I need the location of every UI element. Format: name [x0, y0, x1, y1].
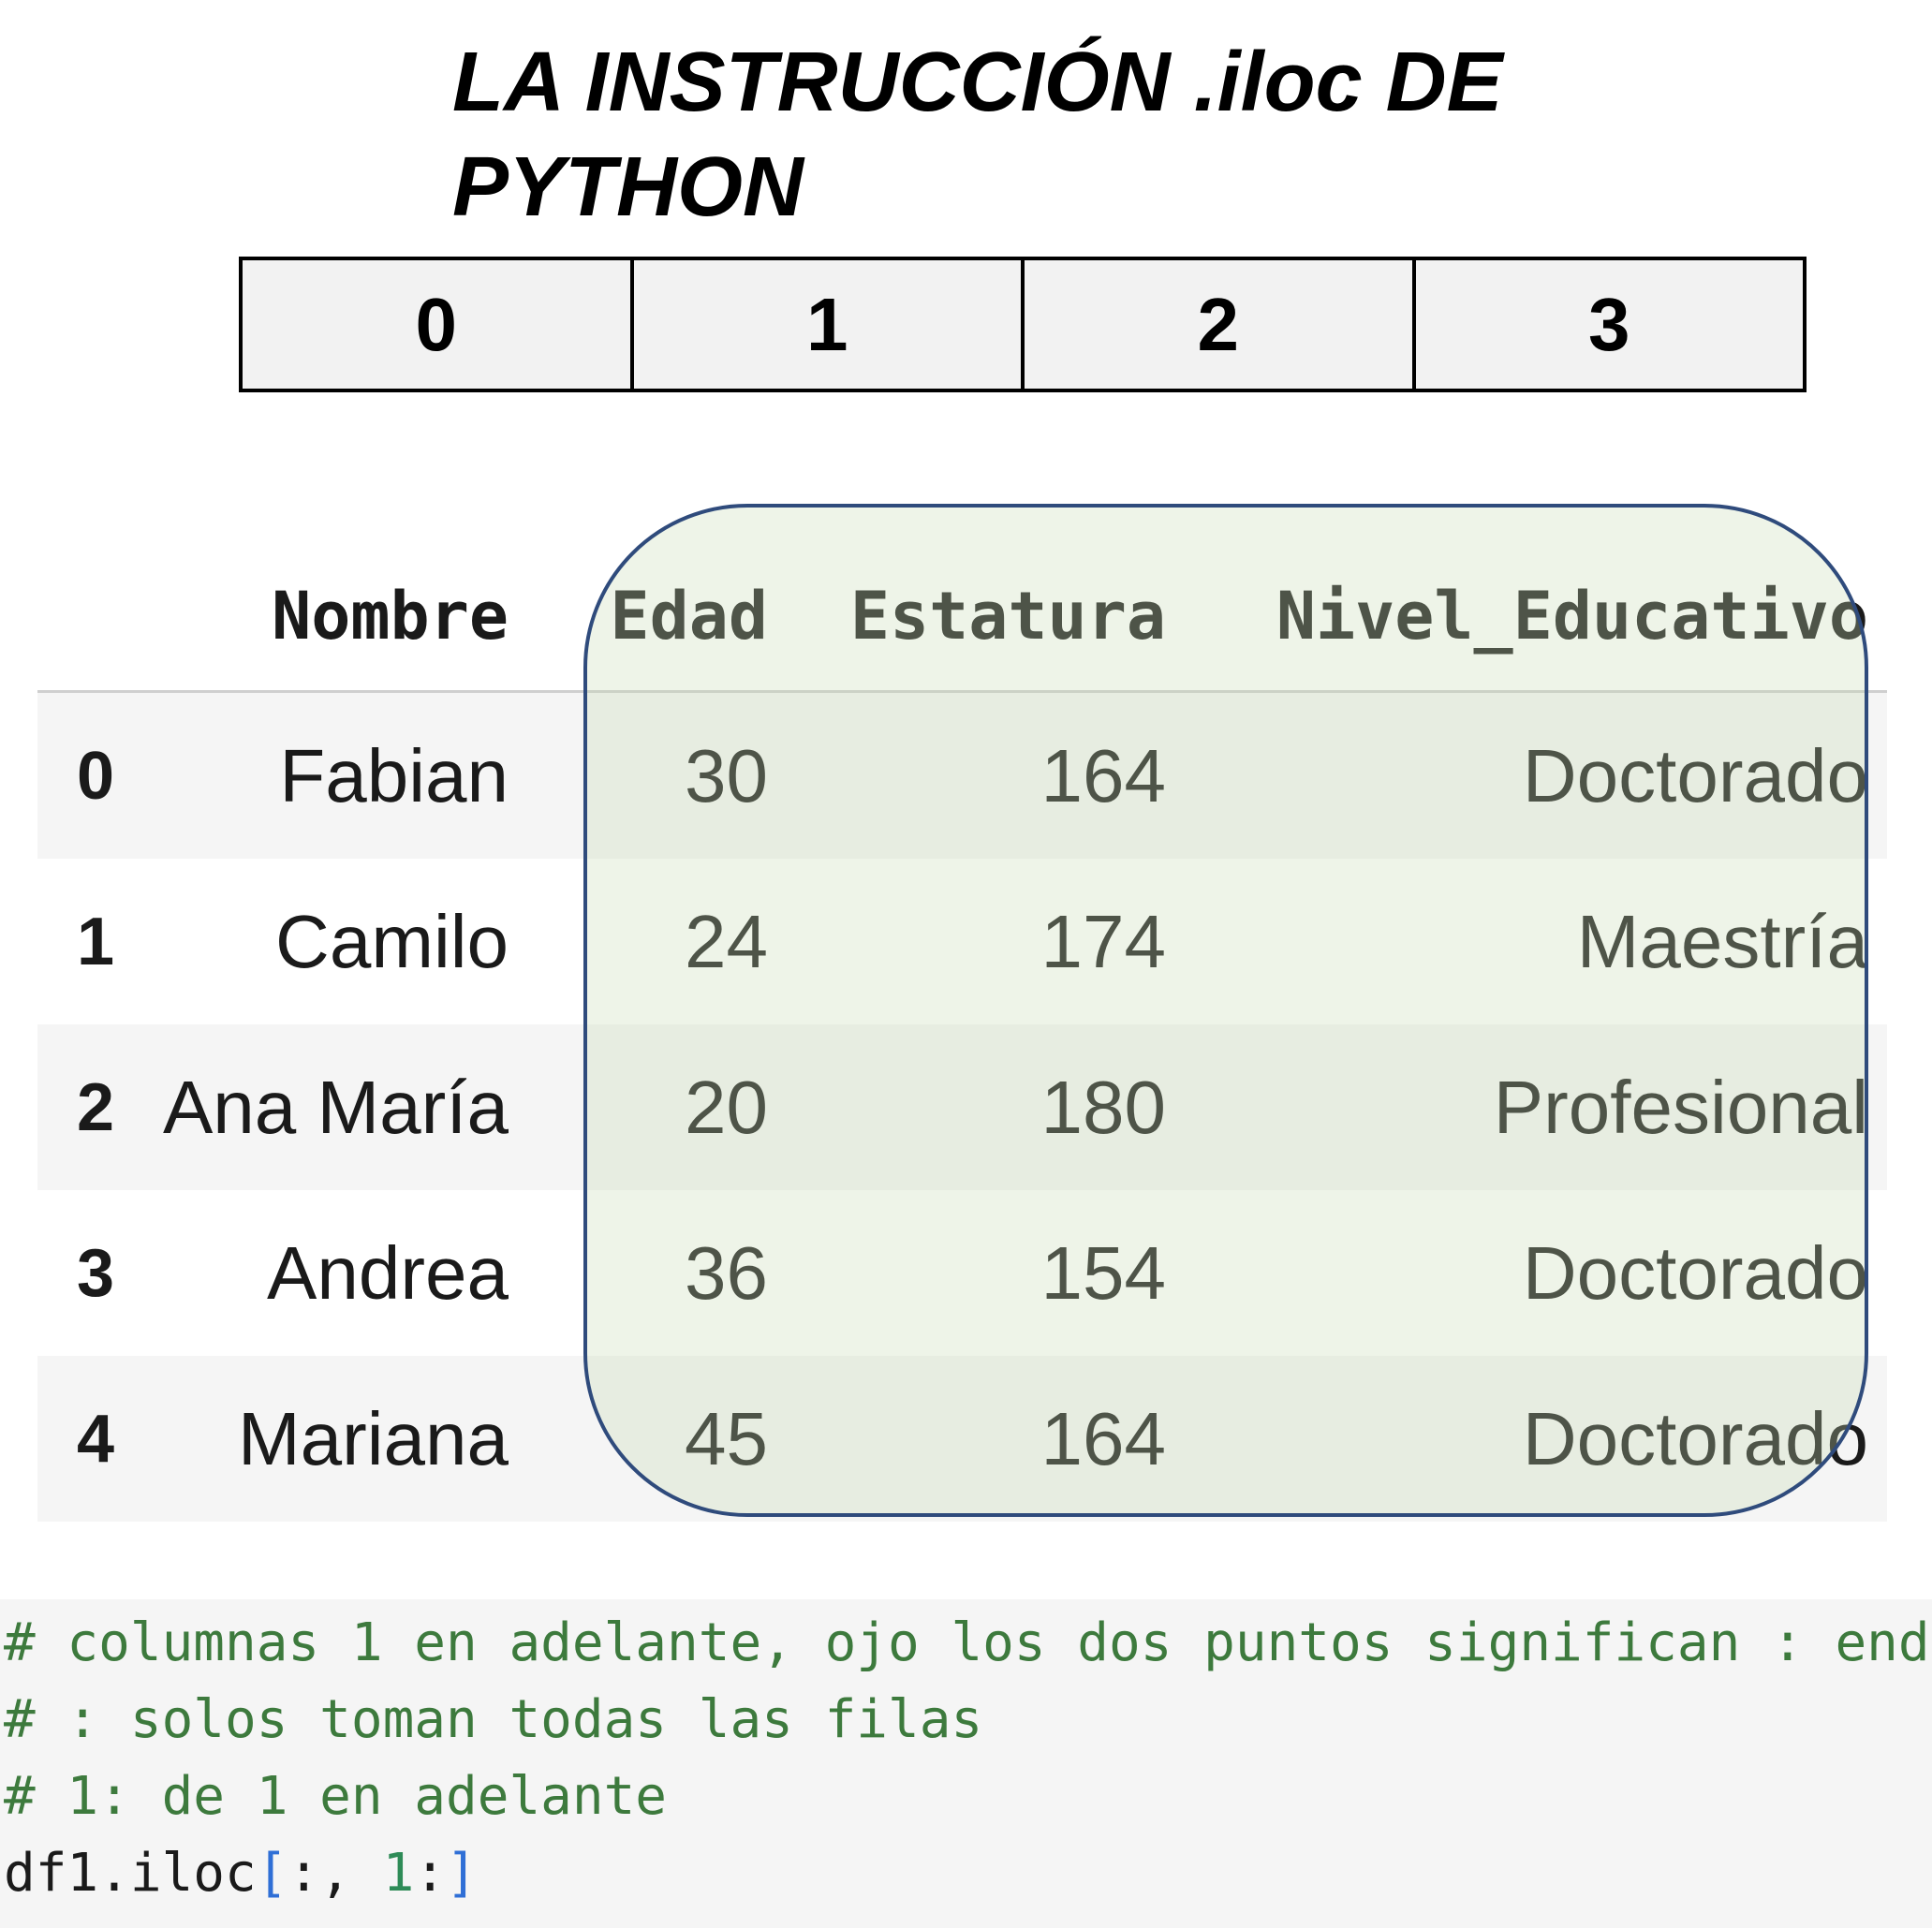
cell-nivel-educativo: Doctorado [1522, 733, 1868, 817]
table-row: 4 Mariana 45 164 Doctorado [37, 1356, 1887, 1522]
code-comment-2: # : solos toman todas las filas [4, 1689, 983, 1750]
position-index-header: 0 1 2 3 [239, 257, 1807, 392]
table-row: 3 Andrea 36 154 Doctorado [37, 1190, 1887, 1356]
cell-nombre: Camilo [275, 899, 509, 983]
code-comment-3: # 1: de 1 en adelante [4, 1766, 668, 1827]
cell-nombre: Ana María [162, 1065, 509, 1149]
code-open-bracket: [ [256, 1843, 288, 1904]
cell-nombre: Mariana [237, 1396, 509, 1480]
cell-estatura: 174 [1040, 899, 1166, 983]
code-statement: df1.iloc[:, 1:] [0, 1835, 1932, 1912]
cell-nombre: Fabian [279, 733, 509, 817]
table-row: 1 Camilo 24 174 Maestría [37, 859, 1887, 1024]
cell-edad: 30 [685, 733, 768, 817]
cell-estatura: 154 [1040, 1230, 1166, 1315]
cell-nivel-educativo: Doctorado [1522, 1230, 1868, 1315]
cell-nivel-educativo: Maestría [1576, 899, 1868, 983]
code-iloc-call: df1.iloc [4, 1843, 257, 1904]
table-header: Nombre Edad Estatura Nivel_Educativo [37, 529, 1887, 693]
cell-edad: 45 [685, 1396, 768, 1480]
cell-nombre: Andrea [267, 1230, 509, 1315]
cell-edad: 20 [685, 1065, 768, 1149]
column-header-estatura: Estatura [849, 578, 1166, 655]
table-row: 2 Ana María 20 180 Profesional [37, 1024, 1887, 1190]
cell-estatura: 164 [1040, 733, 1166, 817]
position-index-0: 0 [243, 260, 634, 389]
column-header-nivel-educativo: Nivel_Educativo [1276, 578, 1868, 655]
row-index: 1 [77, 904, 115, 979]
cell-estatura: 164 [1040, 1396, 1166, 1480]
position-index-3: 3 [1588, 282, 1630, 366]
row-index: 3 [77, 1235, 115, 1311]
row-index: 4 [77, 1401, 115, 1477]
row-index: 2 [77, 1069, 115, 1145]
code-col-colon: : [414, 1843, 447, 1904]
column-header-nombre: Nombre [272, 578, 509, 655]
code-start-number: 1 [382, 1843, 415, 1904]
dataframe-table: Nombre Edad Estatura Nivel_Educativo 0 F… [37, 529, 1887, 1522]
column-header-edad: Edad [610, 578, 768, 655]
code-comment-1: # columnas 1 en adelante, ojo los dos pu… [4, 1612, 1930, 1673]
code-row-slice: :, [288, 1843, 383, 1904]
cell-estatura: 180 [1040, 1065, 1166, 1149]
position-index-1: 1 [634, 260, 1025, 389]
cell-edad: 36 [685, 1230, 768, 1315]
code-cell: # columnas 1 en adelante, ojo los dos pu… [0, 1599, 1932, 1928]
code-close-bracket: ] [446, 1843, 478, 1904]
slide-title: LA INSTRUCCIÓN .iloc DE PYTHON [452, 36, 1503, 234]
cell-edad: 24 [685, 899, 768, 983]
cell-nivel-educativo: Profesional [1493, 1065, 1868, 1149]
table-row: 0 Fabian 30 164 Doctorado [37, 693, 1887, 859]
position-index-2: 2 [1025, 260, 1416, 389]
cell-nivel-educativo: Doctorado [1522, 1396, 1868, 1480]
row-index: 0 [77, 738, 115, 814]
